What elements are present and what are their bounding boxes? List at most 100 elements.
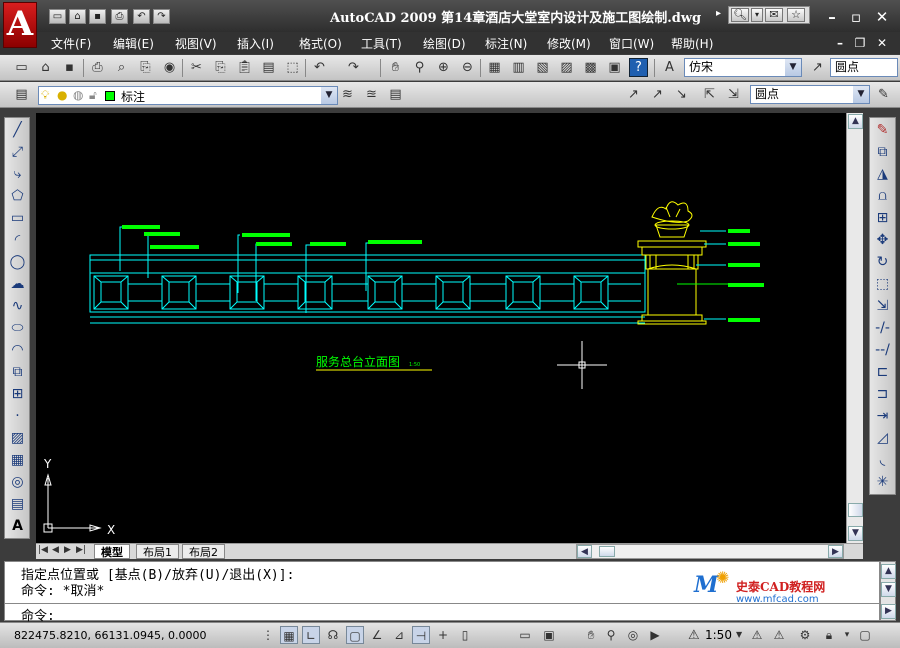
quick-properties-icon[interactable]: ▯: [456, 626, 474, 644]
clean-screen-icon[interactable]: ▢: [856, 626, 874, 644]
menu-window[interactable]: 窗口(W): [609, 35, 654, 52]
offset-icon[interactable]: ⩍: [872, 186, 893, 207]
arc-icon[interactable]: ◜: [7, 230, 28, 251]
chevron-down-icon[interactable]: ▼: [853, 86, 869, 103]
zoom-window-icon[interactable]: ⊕: [434, 58, 453, 77]
h-scroll-thumb[interactable]: [599, 546, 615, 557]
menu-help[interactable]: 帮助(H): [671, 35, 713, 52]
plot-preview-icon[interactable]: ⌕: [112, 58, 131, 77]
tab-next-icon[interactable]: ▶: [64, 545, 71, 555]
scroll-up-icon[interactable]: ▲: [848, 114, 863, 129]
text-style-icon[interactable]: A: [660, 58, 679, 77]
scroll-down-icon[interactable]: ▼: [848, 526, 863, 541]
undo-icon[interactable]: ↶: [133, 9, 150, 24]
move-icon[interactable]: ✥: [872, 230, 893, 251]
layer-previous-icon[interactable]: ≊: [362, 85, 381, 104]
properties-icon[interactable]: ▦: [485, 58, 504, 77]
design-center-icon[interactable]: ▥: [509, 58, 528, 77]
cut-icon[interactable]: ✂: [187, 58, 206, 77]
menu-insert[interactable]: 插入(I): [237, 35, 274, 52]
redo-tool-icon[interactable]: ↷: [344, 58, 363, 77]
pan-icon[interactable]: ✋︎: [386, 58, 405, 77]
construction-line-icon[interactable]: ⤢: [7, 142, 28, 163]
polyline-icon[interactable]: ⤷: [7, 164, 28, 185]
zoom-previous-icon[interactable]: ⊖: [458, 58, 477, 77]
new-icon[interactable]: ▭: [49, 9, 66, 24]
lineweight-icon[interactable]: +: [434, 626, 452, 644]
tab-layout2[interactable]: 布局2: [182, 544, 225, 559]
snap-mode-icon[interactable]: ⋮: [259, 626, 277, 644]
gradient-icon[interactable]: ▦: [7, 450, 28, 471]
dynamic-ucs-icon[interactable]: ⊿: [390, 626, 408, 644]
communication-center-icon[interactable]: ✉: [765, 8, 783, 22]
zoom-realtime-icon[interactable]: ⚲: [410, 58, 429, 77]
application-menu-button[interactable]: A: [3, 2, 37, 48]
scroll-thumb[interactable]: [848, 503, 863, 517]
block-editor-icon[interactable]: ⬚: [283, 58, 302, 77]
explode-icon[interactable]: ✳: [872, 472, 893, 493]
tab-first-icon[interactable]: |◀: [38, 545, 48, 555]
sheet-set-icon[interactable]: ▨: [557, 58, 576, 77]
doc-minimize-icon[interactable]: –: [831, 35, 849, 51]
maximize-icon[interactable]: ▫: [847, 9, 865, 25]
scale-icon[interactable]: ⬚: [872, 274, 893, 295]
chevron-down-icon[interactable]: ▼: [785, 59, 801, 76]
markup-icon[interactable]: ▩: [581, 58, 600, 77]
polygon-icon[interactable]: ⬠: [7, 186, 28, 207]
layer-states-icon[interactable]: ▤: [386, 85, 405, 104]
status-pan-icon[interactable]: ✋︎: [582, 626, 600, 644]
tab-layout1[interactable]: 布局1: [136, 544, 179, 559]
plot-icon[interactable]: ⎙: [88, 58, 107, 77]
undo-tool-icon[interactable]: ↶: [310, 58, 329, 77]
mirror-icon[interactable]: ◮: [872, 164, 893, 185]
tab-last-icon[interactable]: ▶|: [76, 545, 86, 555]
redo-icon[interactable]: ↷: [153, 9, 170, 24]
cmd-scroll-right-icon[interactable]: ▶: [881, 604, 896, 619]
doc-restore-icon[interactable]: ❐: [851, 35, 869, 51]
copy-icon[interactable]: ⎘: [211, 58, 230, 77]
dim-style-icon[interactable]: ↗: [808, 58, 827, 77]
erase-icon[interactable]: ✎: [872, 120, 893, 141]
model-space-icon[interactable]: ▭: [516, 626, 534, 644]
mleader-icon[interactable]: ↗: [624, 85, 643, 104]
paste-icon[interactable]: 📋︎: [235, 58, 254, 77]
layer-select[interactable]: 💡︎ ● ◍ 🔓︎ 标注 ▼: [38, 86, 338, 105]
polar-tracking-icon[interactable]: ☊: [324, 626, 342, 644]
line-icon[interactable]: ╱: [7, 120, 28, 141]
vertical-scrollbar[interactable]: ▲ ▼: [846, 113, 863, 543]
text-style-select[interactable]: 仿宋 ▼: [684, 58, 802, 77]
ortho-mode-icon[interactable]: ∟: [302, 626, 320, 644]
table-icon[interactable]: ▤: [7, 494, 28, 515]
steering-wheel-icon[interactable]: ◎: [624, 626, 642, 644]
coordinate-readout[interactable]: 822475.8210, 66131.0945, 0.0000: [14, 629, 206, 642]
break-icon[interactable]: ⊐: [872, 384, 893, 405]
scroll-left-icon[interactable]: ◀: [577, 545, 592, 558]
rotate-icon[interactable]: ↻: [872, 252, 893, 273]
publish-icon[interactable]: ⎘: [136, 58, 155, 77]
hatch-icon[interactable]: ▨: [7, 428, 28, 449]
point-icon[interactable]: ·: [7, 406, 28, 427]
spline-icon[interactable]: ∿: [7, 296, 28, 317]
layer-on-icon[interactable]: 💡︎: [41, 88, 49, 103]
favorites-star-icon[interactable]: ☆: [787, 8, 805, 22]
minimize-icon[interactable]: –: [823, 9, 841, 25]
menu-edit[interactable]: 编辑(E): [113, 35, 154, 52]
layout-view-icon[interactable]: ▣: [540, 626, 558, 644]
rectangle-icon[interactable]: ▭: [7, 208, 28, 229]
join-icon[interactable]: ⇥: [872, 406, 893, 427]
calculator-icon[interactable]: ▣: [605, 58, 624, 77]
region-icon[interactable]: ◎: [7, 472, 28, 493]
horizontal-scrollbar[interactable]: ◀ ▶: [576, 544, 844, 559]
revision-cloud-icon[interactable]: ☁: [7, 274, 28, 295]
scroll-right-icon[interactable]: ▶: [828, 545, 843, 558]
menu-file[interactable]: 文件(F): [51, 35, 91, 52]
cmd-scroll-down-icon[interactable]: ▼: [881, 582, 896, 597]
chevron-down-icon[interactable]: ▼: [736, 630, 742, 639]
tab-model[interactable]: 模型: [94, 544, 130, 559]
showmotion-icon[interactable]: ▶: [646, 626, 664, 644]
menu-modify[interactable]: 修改(M): [547, 35, 591, 52]
cmd-scroll-up-icon[interactable]: ▲: [881, 564, 896, 579]
tool-palettes-icon[interactable]: ▧: [533, 58, 552, 77]
make-block-icon[interactable]: ⊞: [7, 384, 28, 405]
save-file-icon[interactable]: ▪: [60, 58, 79, 77]
